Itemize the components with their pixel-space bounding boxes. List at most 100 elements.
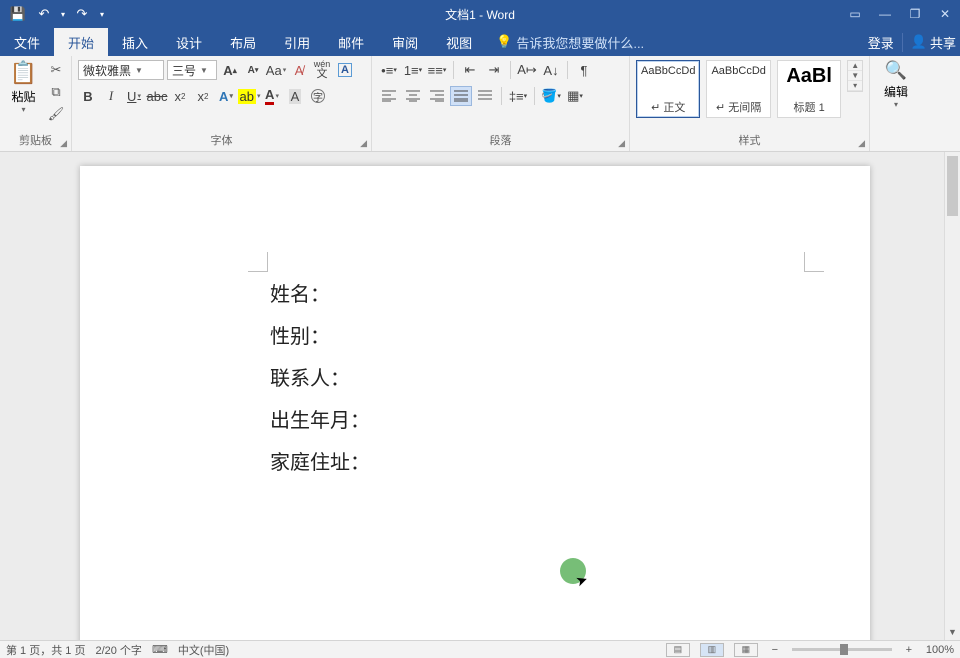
align-center-button[interactable] — [402, 86, 424, 106]
clear-format-button[interactable]: A̸ — [289, 60, 309, 80]
login-link[interactable]: 登录 — [868, 33, 894, 52]
doc-line-0[interactable]: 姓名： — [270, 274, 370, 316]
shading-button[interactable]: 🪣▾ — [540, 86, 562, 106]
paragraph-launcher[interactable]: ◢ — [618, 138, 625, 149]
ltr-button[interactable]: A↦ — [516, 60, 538, 80]
bold-button[interactable]: B — [78, 86, 98, 106]
doc-line-4[interactable]: 家庭住址： — [270, 442, 370, 484]
align-right-button[interactable] — [426, 86, 448, 106]
minimize-button[interactable]: — — [870, 0, 900, 28]
copy-button[interactable]: ⧉ — [47, 84, 65, 100]
scroll-thumb[interactable] — [947, 156, 958, 216]
enclose-characters-button[interactable]: 字 — [308, 86, 328, 106]
zoom-level[interactable]: 100% — [926, 644, 954, 656]
tell-me[interactable]: 💡 告诉我您想要做什么... — [486, 28, 644, 56]
page[interactable]: 姓名：性别：联系人：出生年月：家庭住址： — [80, 166, 870, 640]
italic-button[interactable]: I — [101, 86, 121, 106]
doc-line-3[interactable]: 出生年月： — [270, 400, 370, 442]
align-justify-icon — [454, 90, 468, 102]
grow-font-button[interactable]: A▴ — [220, 60, 240, 80]
clipboard-launcher[interactable]: ◢ — [60, 138, 67, 149]
line-spacing-button[interactable]: ‡≡▾ — [507, 86, 529, 106]
phonetic-guide-button[interactable]: wén文 — [312, 60, 332, 80]
align-left-icon — [382, 90, 396, 102]
view-print-layout[interactable]: ▥ — [700, 643, 724, 657]
multilevel-list-button[interactable]: ≡≡▾ — [426, 60, 448, 80]
paste-button[interactable]: 📋 粘贴 ▾ — [6, 60, 41, 114]
status-language[interactable]: 中文(中国) — [178, 642, 229, 658]
align-left-button[interactable] — [378, 86, 400, 106]
view-read-mode[interactable]: ▤ — [666, 643, 690, 657]
styles-scroll-btn[interactable]: ▲ — [848, 61, 862, 71]
superscript-button[interactable]: x2 — [193, 86, 213, 106]
close-button[interactable]: ✕ — [930, 0, 960, 28]
style-card-2[interactable]: AaBl标题 1 — [777, 60, 841, 118]
style-card-1[interactable]: AaBbCcDd↵ 无间隔 — [706, 60, 770, 118]
align-justify-button[interactable] — [450, 86, 472, 106]
font-launcher[interactable]: ◢ — [360, 138, 367, 149]
find-button[interactable]: 🔍 编辑 ▾ — [876, 60, 916, 109]
doc-line-2[interactable]: 联系人： — [270, 358, 370, 400]
scroll-down-button[interactable]: ▼ — [945, 624, 960, 640]
change-case-button[interactable]: Aa▾ — [266, 60, 286, 80]
ribbon-options-button[interactable]: ▭ — [840, 0, 870, 28]
zoom-slider-knob[interactable] — [840, 644, 848, 655]
restore-button[interactable]: ❐ — [900, 0, 930, 28]
document-content[interactable]: 姓名：性别：联系人：出生年月：家庭住址： — [270, 274, 370, 484]
tab-layout[interactable]: 布局 — [216, 28, 270, 56]
search-icon: 🔍 — [885, 60, 907, 81]
highlight-button[interactable]: ab▾ — [239, 86, 259, 106]
edit-dropdown-icon[interactable]: ▾ — [894, 100, 898, 109]
distribute-button[interactable] — [474, 86, 496, 106]
tab-insert[interactable]: 插入 — [108, 28, 162, 56]
group-label-clipboard: 剪贴板 ◢ — [6, 132, 65, 149]
window-controls: ▭ — ❐ ✕ — [840, 0, 960, 28]
view-web-layout[interactable]: ▦ — [734, 643, 758, 657]
show-marks-button[interactable]: ¶ — [573, 60, 595, 80]
zoom-in-button[interactable]: + — [902, 644, 916, 656]
tab-mail[interactable]: 邮件 — [324, 28, 378, 56]
format-painter-button[interactable]: 🖌 — [47, 106, 65, 122]
font-color-button[interactable]: A▾ — [262, 86, 282, 106]
undo-more-button[interactable]: ▾ — [58, 3, 68, 25]
strikethrough-button[interactable]: abc — [147, 86, 167, 106]
styles-scroll-btn[interactable]: ▼ — [848, 71, 862, 81]
style-card-0[interactable]: AaBbCcDd↵ 正文 — [636, 60, 700, 118]
borders-button[interactable]: ▦▾ — [564, 86, 586, 106]
styles-scroll-btn[interactable]: ▾ — [848, 81, 862, 91]
save-button[interactable]: 💾 — [6, 3, 30, 25]
styles-launcher[interactable]: ◢ — [858, 138, 865, 149]
font-name-combo[interactable]: 微软雅黑▼ — [78, 60, 164, 80]
cut-button[interactable]: ✂ — [47, 62, 65, 78]
sort-button[interactable]: A↓ — [540, 60, 562, 80]
increase-indent-button[interactable]: ⇥ — [483, 60, 505, 80]
character-border-button[interactable]: A — [335, 60, 355, 80]
undo-button[interactable]: ↶ — [32, 3, 56, 25]
styles-scroll[interactable]: ▲▼▾ — [847, 60, 863, 92]
character-shading-button[interactable]: A — [285, 86, 305, 106]
tab-home[interactable]: 开始 — [54, 28, 108, 56]
subscript-button[interactable]: x2 — [170, 86, 190, 106]
doc-line-1[interactable]: 性别： — [270, 316, 370, 358]
tab-file[interactable]: 文件 — [0, 28, 54, 56]
redo-button[interactable]: ↷ — [70, 3, 94, 25]
tab-references[interactable]: 引用 — [270, 28, 324, 56]
zoom-slider[interactable] — [792, 648, 892, 651]
decrease-indent-button[interactable]: ⇤ — [459, 60, 481, 80]
shrink-font-button[interactable]: A▾ — [243, 60, 263, 80]
tab-design[interactable]: 设计 — [162, 28, 216, 56]
qat-customize-button[interactable]: ▾ — [96, 3, 108, 25]
status-page[interactable]: 第 1 页，共 1 页 — [6, 642, 85, 658]
text-effects-button[interactable]: A▾ — [216, 86, 236, 106]
zoom-out-button[interactable]: − — [768, 644, 782, 656]
tab-review[interactable]: 审阅 — [378, 28, 432, 56]
vertical-scrollbar[interactable]: ▲ ▼ — [944, 152, 960, 640]
status-word-count[interactable]: 2/20 个字 — [95, 642, 141, 658]
paste-dropdown-icon[interactable]: ▾ — [21, 105, 25, 114]
bullets-button[interactable]: •≡▾ — [378, 60, 400, 80]
numbering-button[interactable]: 1≡▾ — [402, 60, 424, 80]
share-button[interactable]: 👤 共享 — [902, 33, 956, 52]
font-size-combo[interactable]: 三号▼ — [167, 60, 217, 80]
underline-button[interactable]: U▾ — [124, 86, 144, 106]
tab-view[interactable]: 视图 — [432, 28, 486, 56]
